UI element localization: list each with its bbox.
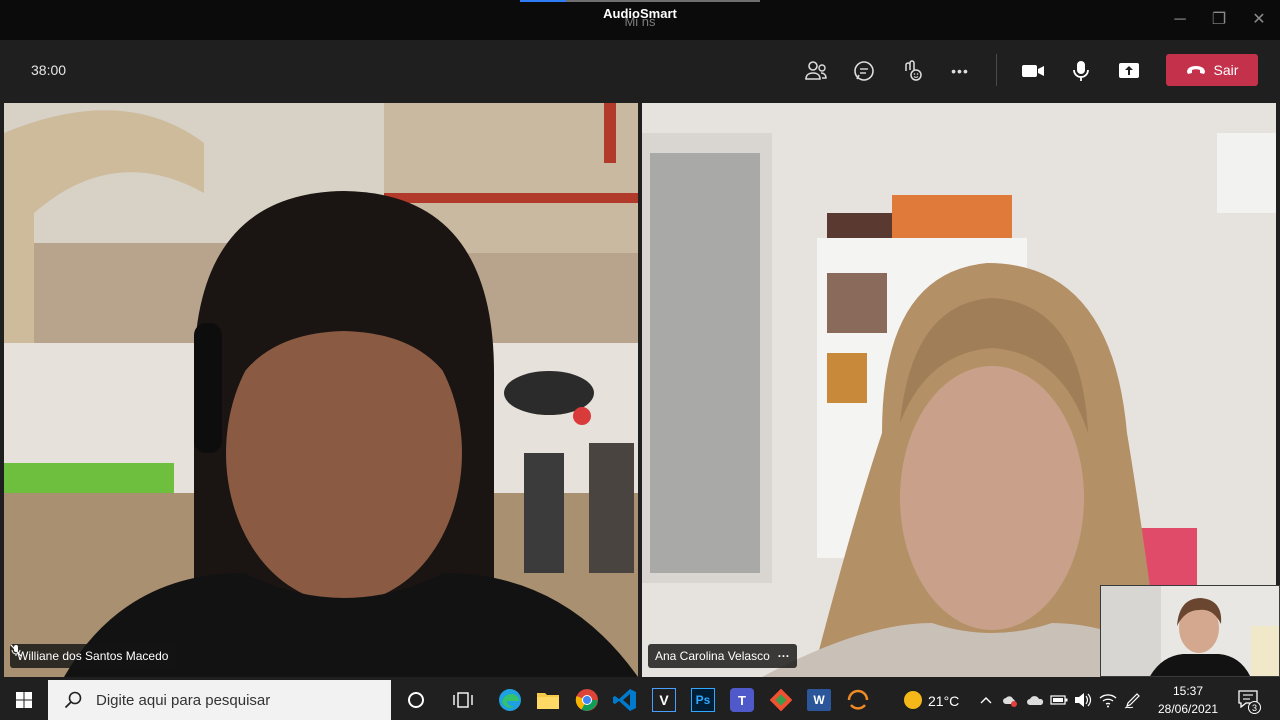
git-icon[interactable] xyxy=(766,685,796,715)
cloud-error-icon[interactable] xyxy=(1002,693,1018,707)
chat-icon[interactable] xyxy=(849,56,879,86)
hang-up-icon xyxy=(1186,66,1205,74)
file-explorer-icon[interactable] xyxy=(533,685,563,715)
orange-app-icon[interactable] xyxy=(843,685,873,715)
onedrive-icon[interactable] xyxy=(1026,693,1044,707)
volume-icon[interactable] xyxy=(1074,692,1092,708)
leave-button[interactable]: Sair xyxy=(1166,54,1258,86)
participants-icon[interactable] xyxy=(801,56,831,86)
weather-sun-icon xyxy=(904,691,922,709)
weather-temperature[interactable]: 21°C xyxy=(928,693,959,709)
meeting-timer: 38:00 xyxy=(31,62,67,78)
chevron-up-icon[interactable] xyxy=(980,696,992,704)
participant-name-tag: Ana Carolina Velasco ··· xyxy=(648,644,797,668)
participant-name: Williane dos Santos Macedo xyxy=(17,649,169,663)
reactions-icon[interactable] xyxy=(897,56,927,86)
self-view-video[interactable] xyxy=(1100,585,1280,677)
windows-start-icon[interactable] xyxy=(9,685,39,715)
notification-center-button[interactable]: 3 xyxy=(1236,689,1262,714)
title-bar: Mi ns AudioSmart ─ ❐ ✕ xyxy=(0,0,1280,40)
muted-mic-icon xyxy=(10,644,22,657)
meeting-toolbar: 38:00 ••• Sair xyxy=(0,40,1280,102)
audiosmart-label: AudioSmart xyxy=(603,6,677,21)
teams-icon[interactable]: T xyxy=(727,685,757,715)
screen-share-bar xyxy=(520,0,760,2)
battery-icon[interactable] xyxy=(1050,694,1068,706)
search-icon xyxy=(64,691,82,709)
taskbar-search-box[interactable]: Digite aqui para pesquisar xyxy=(48,680,391,720)
participant-menu-icon[interactable]: ··· xyxy=(778,649,790,663)
participant-video-williane[interactable]: Williane dos Santos Macedo xyxy=(4,103,638,677)
taskbar: Digite aqui para pesquisar V Ps T W 21°C xyxy=(0,680,1280,720)
participant-name-tag: Williane dos Santos Macedo xyxy=(10,644,176,668)
task-view-icon[interactable] xyxy=(448,685,478,715)
more-options-icon[interactable]: ••• xyxy=(945,56,975,86)
v-app-icon[interactable]: V xyxy=(649,685,679,715)
pen-workspace-icon[interactable] xyxy=(1124,691,1142,709)
share-screen-icon[interactable] xyxy=(1114,56,1144,86)
minimize-button[interactable]: ─ xyxy=(1168,8,1192,32)
search-placeholder: Digite aqui para pesquisar xyxy=(96,691,271,709)
restore-button[interactable]: ❐ xyxy=(1207,8,1231,32)
close-button[interactable]: ✕ xyxy=(1247,8,1271,32)
vscode-icon[interactable] xyxy=(610,685,640,715)
participant-name: Ana Carolina Velasco xyxy=(655,649,770,663)
wifi-icon[interactable] xyxy=(1099,692,1117,708)
microphone-icon[interactable] xyxy=(1066,56,1096,86)
camera-icon[interactable] xyxy=(1018,56,1048,86)
cortana-icon[interactable] xyxy=(401,685,431,715)
leave-label: Sair xyxy=(1213,62,1239,78)
clock-time[interactable]: 15:37 xyxy=(1152,684,1224,698)
chrome-icon[interactable] xyxy=(572,685,602,715)
toolbar-divider xyxy=(996,54,997,86)
self-view-frame xyxy=(1101,586,1279,676)
notification-count-badge: 3 xyxy=(1248,701,1261,714)
word-icon[interactable]: W xyxy=(804,685,834,715)
edge-icon[interactable] xyxy=(495,685,525,715)
clock-date[interactable]: 28/06/2021 xyxy=(1152,702,1224,716)
photoshop-icon[interactable]: Ps xyxy=(688,685,718,715)
video-frame-office xyxy=(4,103,638,677)
